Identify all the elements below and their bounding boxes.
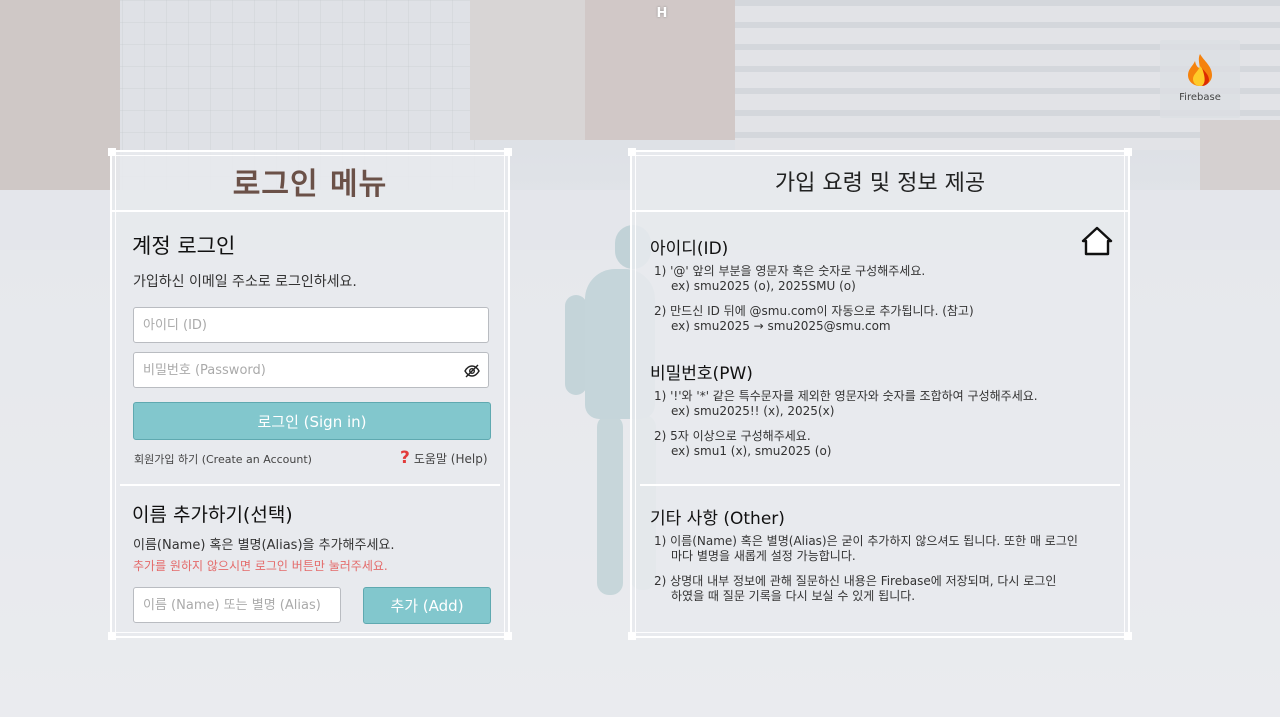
login-menu-title: 로그인 메뉴 [232,167,388,202]
id-field[interactable] [133,307,489,343]
section-divider [640,484,1120,486]
help-link[interactable]: ? 도움말 (Help) [400,448,488,468]
add-alias-button[interactable]: 추가 (Add) [363,587,491,624]
id-rule-1: 1) '@' 앞의 부분을 영문자 혹은 숫자로 구성해주세요. ex) smu… [654,264,926,293]
other-note-2: 2) 상명대 내부 정보에 관해 질문하신 내용은 Firebase에 저장되며… [654,574,1057,603]
alias-input[interactable] [134,588,340,622]
top-marker: H [656,6,668,21]
info-title: 가입 요령 및 정보 제공 [774,171,986,196]
firebase-flame-icon [1188,54,1212,86]
id-section-title: 아이디(ID) [650,239,729,259]
login-panel: 로그인 메뉴 계정 로그인 가입하신 이메일 주소로 로그인하세요. 로그인 (… [108,148,512,640]
login-header: 로그인 메뉴 [112,152,508,212]
pw-section-title: 비밀번호(PW) [650,364,753,384]
home-icon[interactable] [1080,224,1114,258]
alias-warning: 추가를 원하지 않으시면 로그인 버튼만 눌러주세요. [133,559,388,573]
password-input[interactable] [134,353,488,387]
section-divider [120,484,500,486]
eye-slash-icon[interactable] [464,363,480,379]
other-note-1: 1) 이름(Name) 혹은 별명(Alias)은 굳이 추가하지 않으셔도 됩… [654,534,1078,563]
info-header: 가입 요령 및 정보 제공 [632,152,1128,212]
password-field[interactable] [133,352,489,388]
id-input[interactable] [134,308,488,342]
pw-rule-1: 1) '!'와 '*' 같은 특수문자를 제외한 영문자와 숫자를 조합하여 구… [654,389,1038,418]
firebase-label: Firebase [1179,92,1221,103]
firebase-badge: Firebase [1160,40,1240,118]
pw-rule-2: 2) 5자 이상으로 구성해주세요. ex) smu1 (x), smu2025… [654,429,832,458]
info-panel: 가입 요령 및 정보 제공 아이디(ID) 1) '@' 앞의 부분을 영문자 … [628,148,1132,640]
other-section-title: 기타 사항 (Other) [650,509,785,529]
question-icon: ? [400,448,410,468]
create-account-link[interactable]: 회원가입 하기 (Create an Account) [134,451,312,467]
alias-heading: 이름 추가하기(선택) [132,504,293,526]
id-rule-2: 2) 만드신 ID 뒤에 @smu.com이 자동으로 추가됩니다. (참고) … [654,304,974,333]
account-login-heading: 계정 로그인 [132,234,236,258]
alias-field[interactable] [133,587,341,623]
help-label: 도움말 (Help) [413,451,488,466]
sign-in-button[interactable]: 로그인 (Sign in) [133,402,491,440]
alias-description: 이름(Name) 혹은 별명(Alias)을 추가해주세요. [133,538,395,553]
account-login-description: 가입하신 이메일 주소로 로그인하세요. [133,274,357,290]
